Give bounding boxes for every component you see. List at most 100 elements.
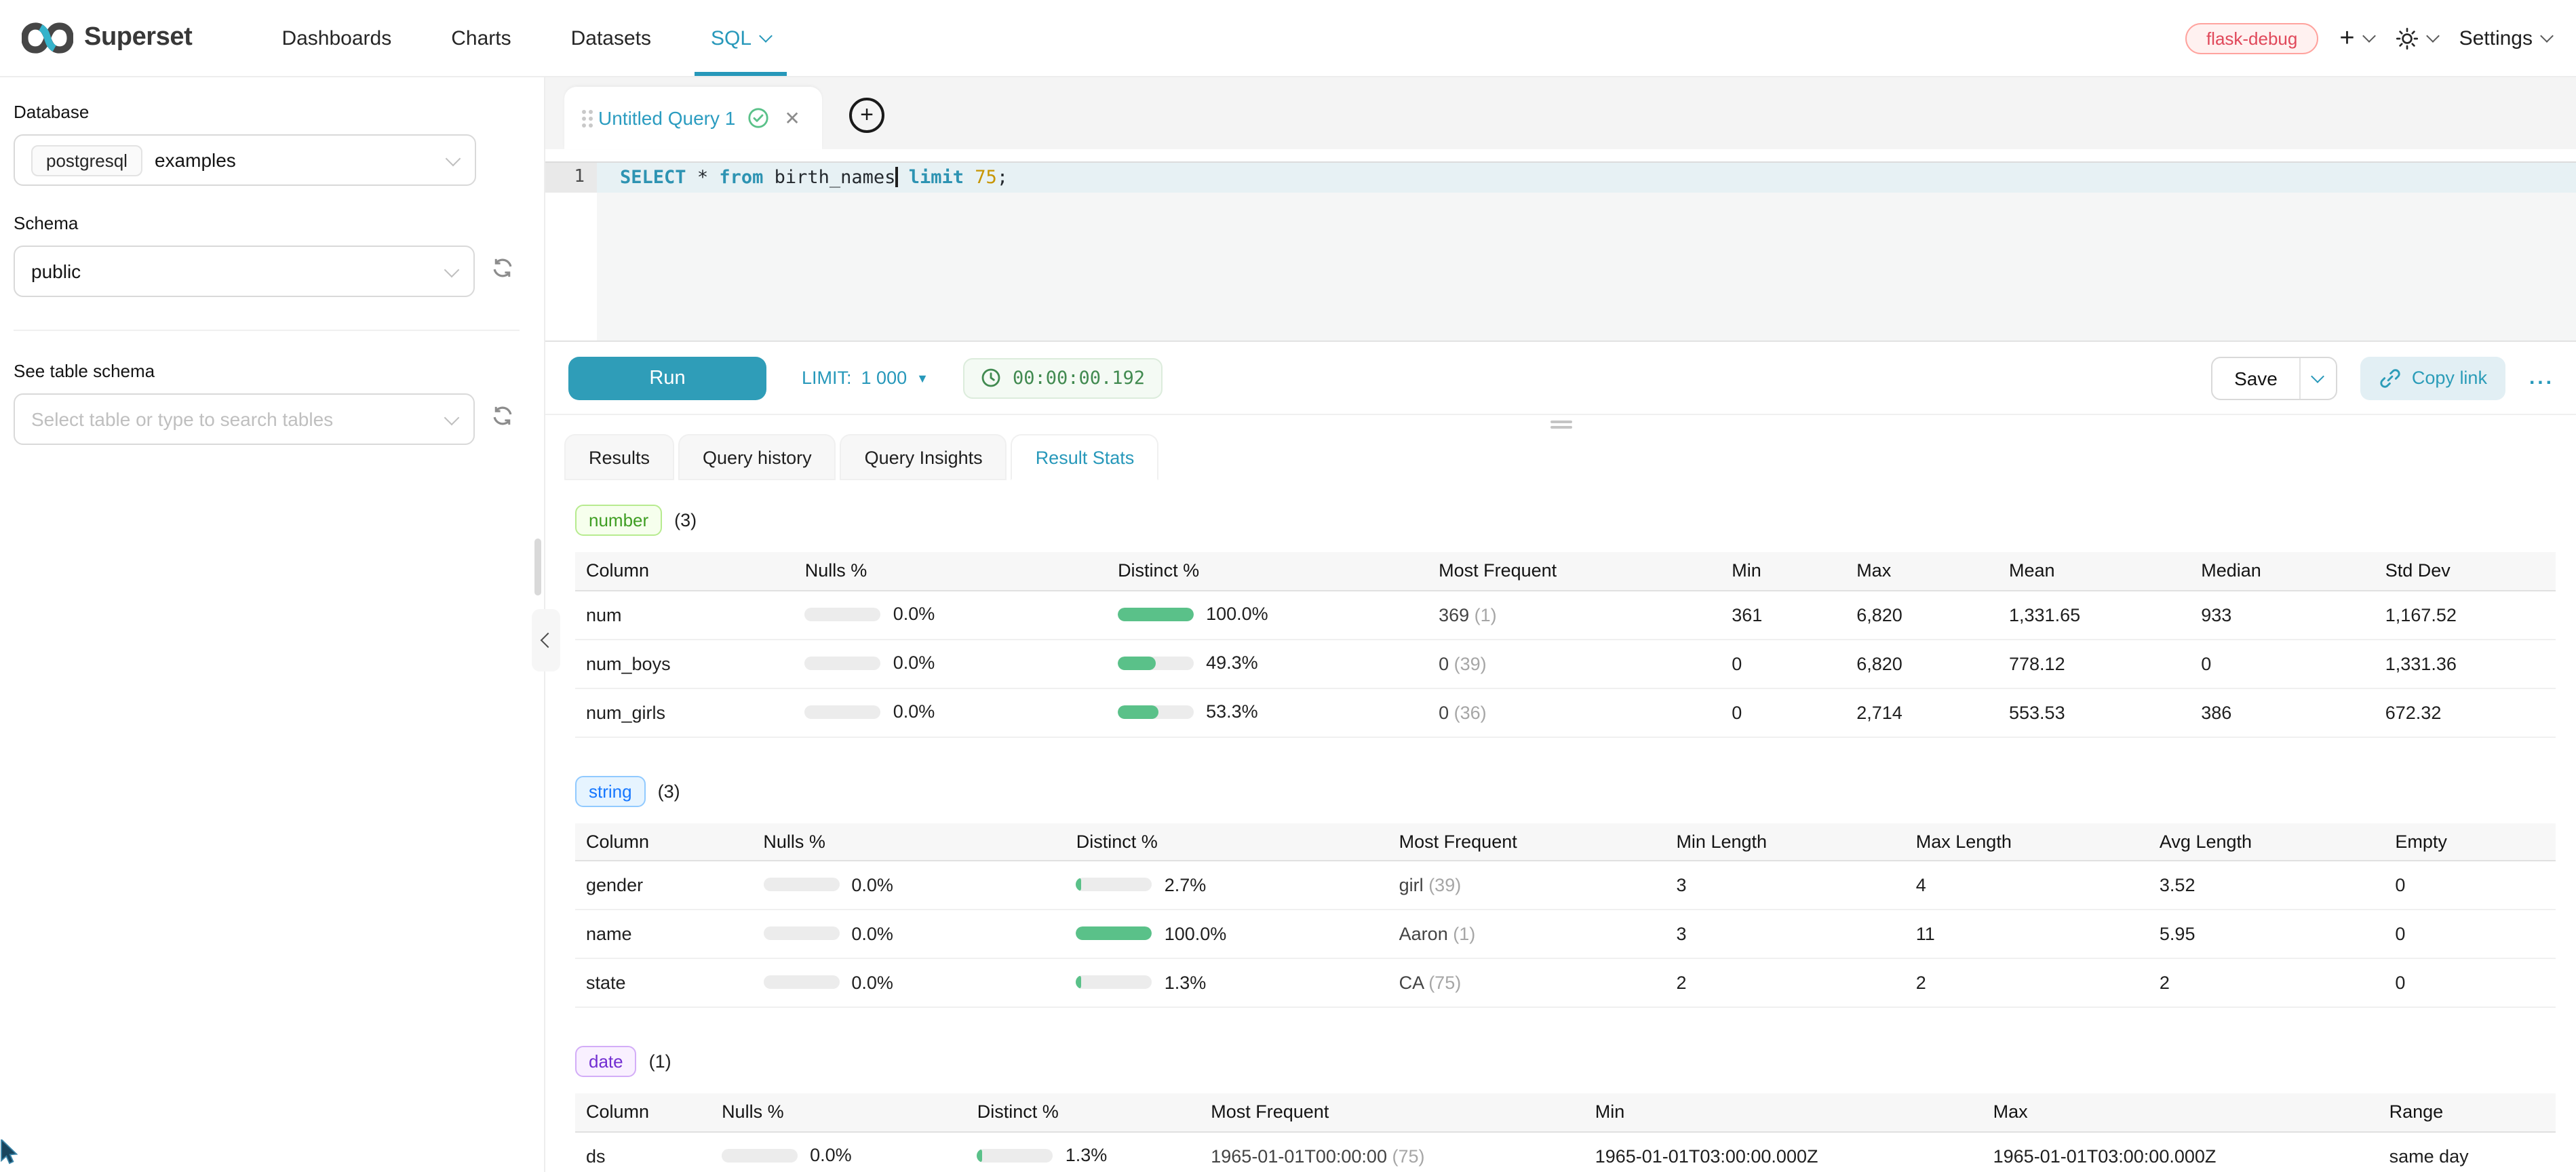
table-cell: 100.0% [1076, 910, 1399, 958]
bar-label: 49.3% [1206, 653, 1258, 673]
frequent-value: 369 [1439, 604, 1469, 625]
table-cell: 3 [1676, 861, 1915, 910]
tab-query-history[interactable]: Query history [678, 434, 836, 480]
chevron-down-icon [2362, 29, 2376, 43]
column-header: Std Dev [2385, 552, 2556, 590]
type-count: (1) [649, 1051, 671, 1072]
column-header: Column [575, 552, 805, 590]
column-header: Nulls % [805, 552, 1118, 590]
more-actions-button[interactable]: ... [2529, 366, 2554, 389]
table-cell: 2.7% [1076, 861, 1399, 910]
nav-item-dashboards[interactable]: Dashboards [281, 0, 391, 76]
settings-menu[interactable]: Settings [2459, 26, 2552, 50]
bar-label: 53.3% [1206, 702, 1258, 722]
table-cell: 672.32 [2385, 688, 2556, 737]
environment-badge: flask-debug [2186, 22, 2318, 54]
line-number: 1 [545, 163, 597, 193]
save-split-button: Save [2211, 356, 2337, 399]
table-cell: 1,167.52 [2385, 590, 2556, 639]
table-cell: CA (75) [1399, 958, 1677, 1007]
bar-label: 0.0% [810, 1146, 852, 1166]
table-cell: 0.0% [763, 958, 1076, 1007]
percent-bar: 0.0% [805, 702, 935, 722]
table-schema-label: See table schema [14, 361, 544, 381]
table-cell: 778.12 [2009, 639, 2201, 688]
table-cell: 553.53 [2009, 688, 2201, 737]
table-cell: Aaron (1) [1399, 910, 1677, 958]
run-query-button[interactable]: Run [568, 356, 766, 399]
table-cell: 1965-01-01T00:00:00 (75) [1211, 1131, 1595, 1172]
column-header: Max Length [1916, 823, 2160, 861]
bar-label: 0.0% [893, 653, 935, 673]
table-cell: 933 [2201, 590, 2385, 639]
tab-result-stats[interactable]: Result Stats [1011, 434, 1159, 480]
save-button[interactable]: Save [2212, 357, 2299, 398]
bar-fill [1076, 878, 1082, 892]
bar-label: 100.0% [1206, 604, 1268, 625]
table-cell: 3.52 [2160, 861, 2395, 910]
nav-item-datasets[interactable]: Datasets [571, 0, 651, 76]
query-tab-untitled-query-1[interactable]: Untitled Query 1 ✕ [564, 87, 822, 149]
refresh-schemas-button[interactable] [491, 256, 514, 286]
chevron-left-icon [541, 633, 556, 648]
superset-brand[interactable]: Superset [22, 20, 192, 56]
chevron-down-icon [759, 29, 773, 43]
bar-track [1118, 608, 1194, 621]
column-header: Distinct % [977, 1093, 1211, 1131]
table-cell: 0 (36) [1439, 688, 1732, 737]
close-tab-icon[interactable]: ✕ [784, 106, 800, 130]
bar-fill [1118, 608, 1194, 621]
table-cell: 0 [1732, 688, 1856, 737]
tab-query-insights[interactable]: Query Insights [840, 434, 1007, 480]
save-options-button[interactable] [2299, 357, 2336, 398]
column-header: Nulls % [722, 1093, 977, 1131]
table-cell: 1,331.65 [2009, 590, 2201, 639]
sidebar-scrollbar-thumb[interactable] [534, 539, 541, 595]
stats-sections: number(3)ColumnNulls %Distinct %Most Fre… [545, 480, 2576, 1172]
percent-bar: 0.0% [763, 973, 893, 993]
column-header: Distinct % [1076, 823, 1399, 861]
table-select[interactable]: Select table or type to search tables [14, 393, 475, 445]
column-header: Distinct % [1118, 552, 1439, 590]
column-header: Most Frequent [1439, 552, 1732, 590]
sqllab-main-panel: Untitled Query 1 ✕ + 1 SELECT * from bir… [545, 77, 2576, 1172]
table-cell: 6,820 [1856, 590, 2009, 639]
table-cell: 6,820 [1856, 639, 2009, 688]
copy-link-button[interactable]: Copy link [2360, 356, 2506, 399]
bar-fill [1118, 657, 1155, 670]
frequent-value: Aaron [1399, 924, 1448, 944]
tab-results[interactable]: Results [564, 434, 674, 480]
active-nav-underline [695, 72, 787, 76]
theme-toggle-button[interactable] [2396, 26, 2438, 50]
sql-code-editor[interactable]: 1 SELECT * from birth_names limit 75; [545, 161, 2576, 342]
refresh-tables-button[interactable] [491, 404, 514, 434]
schema-select[interactable]: public [14, 246, 475, 297]
drag-handle-icon[interactable] [582, 109, 586, 113]
table-cell: 5.95 [2160, 910, 2395, 958]
column-header: Min [1732, 552, 1856, 590]
nav-item-sql[interactable]: SQL [711, 0, 770, 76]
new-item-button[interactable]: + [2339, 25, 2373, 51]
new-query-tab-button[interactable]: + [849, 98, 884, 133]
stats-section-string: string(3)ColumnNulls %Distinct %Most Fre… [575, 775, 2556, 1008]
bar-label: 0.0% [893, 702, 935, 722]
chevron-down-icon [2540, 29, 2554, 43]
collapse-sidebar-button[interactable] [532, 609, 560, 671]
link-icon [2379, 367, 2401, 389]
table-cell: 0 [2395, 958, 2556, 1007]
stats-table-number: ColumnNulls %Distinct %Most FrequentMin M… [575, 552, 2556, 737]
superset-logo-icon [22, 20, 73, 56]
code-token: birth_names [763, 167, 895, 189]
table-cell: 361 [1732, 590, 1856, 639]
nav-item-charts[interactable]: Charts [451, 0, 511, 76]
table-cell: 0 [2395, 910, 2556, 958]
column-header: Median [2201, 552, 2385, 590]
database-select[interactable]: postgresql examples [14, 134, 476, 186]
limit-dropdown[interactable]: LIMIT: 1 000 ▼ [802, 368, 929, 388]
sqllab-left-sidebar: Database postgresql examples Schema publ… [0, 77, 545, 1172]
table-cell: num [575, 590, 805, 639]
table-cell: ds [575, 1131, 722, 1172]
code-token: 75 [964, 167, 997, 189]
mouse-cursor [0, 1139, 19, 1172]
pane-drag-handle[interactable] [1550, 418, 1572, 431]
